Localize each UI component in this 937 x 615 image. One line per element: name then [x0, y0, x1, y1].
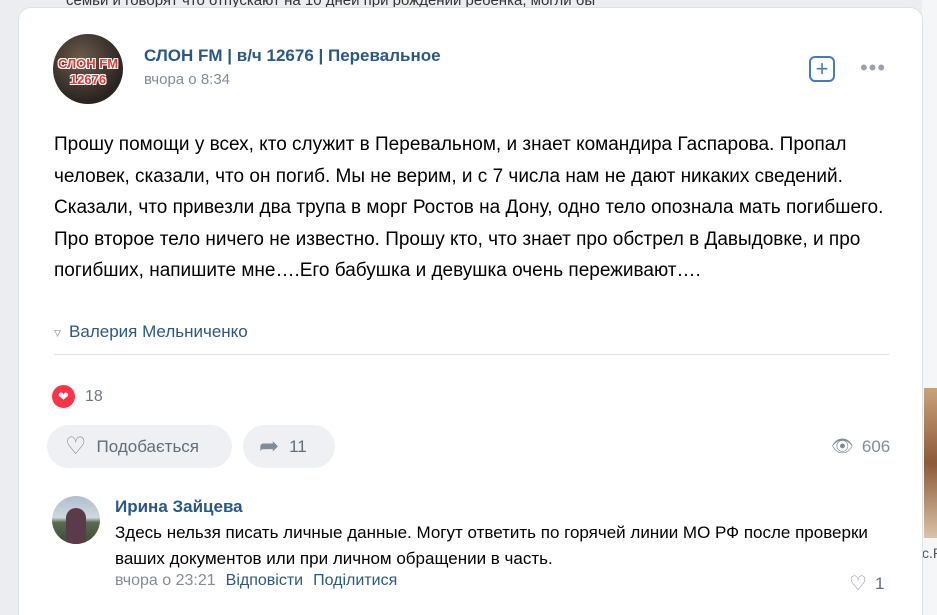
ellipsis-icon: •••	[859, 55, 887, 80]
divider	[54, 354, 889, 355]
views-count: 606	[861, 436, 891, 456]
avatar-logo-line2: 12676	[69, 72, 107, 87]
comment-likes-count: 1	[874, 573, 885, 593]
reactions-summary[interactable]: ❤ 18	[52, 385, 103, 408]
share-comment-link[interactable]: Поділитися	[313, 572, 397, 590]
share-count: 11	[289, 436, 307, 456]
post-card: СЛОН FM 12676 СЛОН FM | в/ч 12676 | Пере…	[19, 8, 922, 615]
reply-link[interactable]: Відповісти	[226, 572, 303, 590]
comment-like-button[interactable]: ♡ 1	[849, 571, 884, 596]
post-time[interactable]: вчора о 8:34	[144, 71, 230, 88]
signer-name[interactable]: Валерия Мельниченко	[69, 322, 248, 342]
heart-reaction-icon: ❤	[52, 385, 75, 408]
avatar-logo-line1: СЛОН FM	[57, 56, 119, 71]
heart-outline-icon: ♡	[65, 433, 87, 460]
post-signer[interactable]: ▿ Валерия Мельниченко	[54, 322, 248, 342]
comment-author[interactable]: Ирина Зайцева	[115, 497, 243, 517]
group-avatar[interactable]: СЛОН FM 12676	[53, 34, 123, 104]
eye-icon: 👁	[831, 436, 854, 456]
background-right-column: с.Р	[922, 0, 937, 615]
avatar-figure	[66, 508, 86, 544]
plus-square-icon: +	[815, 56, 829, 81]
more-options-button[interactable]: •••	[859, 55, 887, 80]
comment-meta: вчора о 23:21 Відповісти Поділитися	[115, 572, 397, 590]
comment-avatar[interactable]	[52, 496, 100, 544]
subscribe-button[interactable]: +	[809, 56, 835, 82]
group-name-link[interactable]: СЛОН FM | в/ч 12676 | Перевальное	[144, 46, 441, 66]
comment-time[interactable]: вчора о 23:21	[115, 572, 216, 590]
views-counter: 👁 606	[831, 436, 890, 457]
user-icon: ▿	[54, 323, 62, 340]
share-arrow-icon: ➦	[259, 433, 280, 460]
like-button[interactable]: ♡ Подобається	[47, 425, 232, 468]
share-button[interactable]: ➦ 11	[243, 425, 335, 468]
heart-outline-icon: ♡	[849, 573, 867, 595]
like-label: Подобається	[96, 436, 200, 456]
comment-text: Здесь нельзя писать личные данные. Могут…	[115, 523, 868, 568]
post-text: Прошу помощи у всех, кто служит в Перева…	[54, 134, 884, 281]
background-right-snippet: с.Р	[922, 545, 937, 561]
background-image	[924, 388, 937, 538]
reactions-count: 18	[85, 387, 103, 405]
